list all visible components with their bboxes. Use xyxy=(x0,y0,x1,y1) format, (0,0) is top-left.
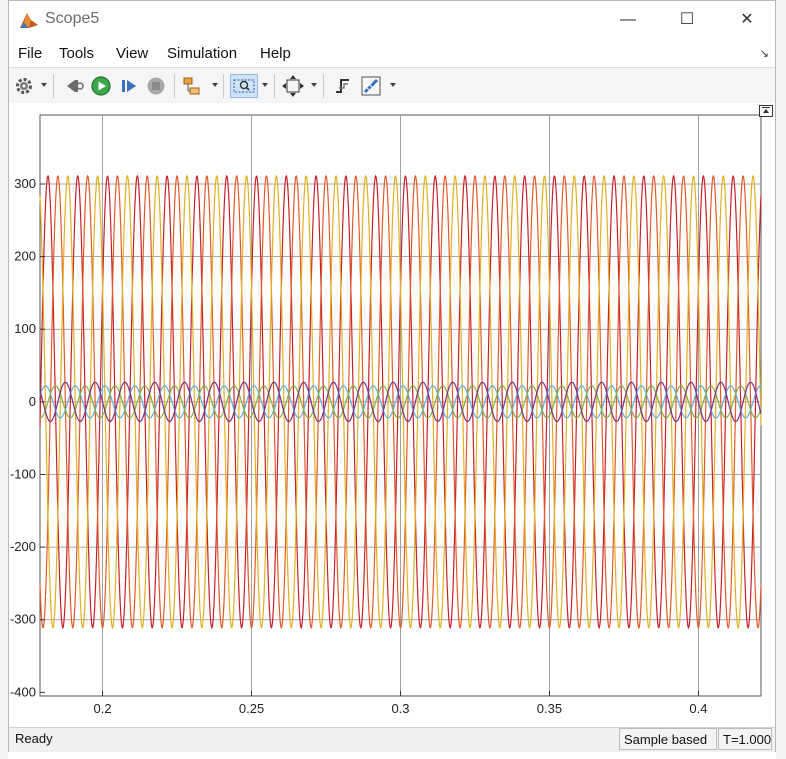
close-button[interactable]: ✕ xyxy=(725,9,769,31)
toolbar-separator xyxy=(53,74,54,98)
toolbar xyxy=(9,67,775,105)
toolbar-separator xyxy=(223,74,224,98)
minimize-button[interactable]: — xyxy=(606,9,650,31)
triggers-icon[interactable] xyxy=(331,74,355,98)
menu-view[interactable]: View xyxy=(116,45,148,62)
settings-dropdown-icon[interactable] xyxy=(41,83,47,87)
time-indicator: T=1.000 xyxy=(718,728,772,750)
scope-chart[interactable]: 0.2 0.25 0.3 0.35 0.4 300 200 100 0 -100 -200 -300 -… xyxy=(9,103,775,727)
zoom-dropdown-icon[interactable] xyxy=(262,83,268,87)
sample-mode-indicator: Sample based xyxy=(619,728,717,750)
x-tick-label: 0.4 xyxy=(689,701,707,716)
measurements-icon[interactable] xyxy=(359,74,383,98)
zoom-icon[interactable] xyxy=(230,74,258,98)
y-tick-label: 200 xyxy=(14,249,36,264)
y-tick-label: -300 xyxy=(10,612,36,627)
x-tick-label: 0.2 xyxy=(94,701,112,716)
desktop-background-right xyxy=(776,0,786,759)
scope-window: Scope5 — ☐ ✕ File Tools View Simulation … xyxy=(8,0,776,752)
menu-bar: File Tools View Simulation Help ↘ xyxy=(9,39,775,67)
menu-file[interactable]: File xyxy=(18,45,42,62)
step-forward-icon[interactable] xyxy=(117,74,141,98)
status-text: Ready xyxy=(15,731,53,746)
y-tick-label: 300 xyxy=(14,176,36,191)
status-bar: Ready Sample based T=1.000 xyxy=(9,727,775,752)
title-bar[interactable]: Scope5 — ☐ ✕ xyxy=(9,1,775,39)
y-tick-label: 100 xyxy=(14,321,36,336)
scope-display[interactable]: 0.2 0.25 0.3 0.35 0.4 300 200 100 0 -100 -200 -300 -… xyxy=(9,103,775,727)
toolbar-separator xyxy=(174,74,175,98)
highlight-dropdown-icon[interactable] xyxy=(212,83,218,87)
stop-icon[interactable] xyxy=(144,74,168,98)
highlight-block-icon[interactable] xyxy=(181,74,205,98)
menu-simulation[interactable]: Simulation xyxy=(167,45,237,62)
y-tick-label: 0 xyxy=(29,394,36,409)
measurements-dropdown-icon[interactable] xyxy=(390,83,396,87)
menu-help[interactable]: Help xyxy=(260,45,291,62)
x-tick-label: 0.25 xyxy=(239,701,264,716)
window-title: Scope5 xyxy=(45,10,100,27)
toolbar-separator xyxy=(323,74,324,98)
y-tick-label: -100 xyxy=(10,466,36,481)
settings-icon[interactable] xyxy=(12,74,36,98)
toolbar-separator xyxy=(274,74,275,98)
matlab-logo-icon xyxy=(20,13,38,28)
y-tick-label: -200 xyxy=(10,539,36,554)
expand-axes-icon[interactable] xyxy=(759,105,773,117)
x-tick-label: 0.3 xyxy=(391,701,409,716)
maximize-button[interactable]: ☐ xyxy=(665,9,709,31)
undock-arrow-icon[interactable]: ↘ xyxy=(760,47,769,60)
step-back-icon[interactable] xyxy=(62,74,86,98)
x-tick-label: 0.35 xyxy=(537,701,562,716)
run-icon[interactable] xyxy=(89,74,113,98)
autoscale-dropdown-icon[interactable] xyxy=(311,83,317,87)
menu-tools[interactable]: Tools xyxy=(59,45,94,62)
y-tick-label: -400 xyxy=(10,684,36,699)
desktop-background-left xyxy=(0,0,8,759)
autoscale-icon[interactable] xyxy=(281,74,305,98)
